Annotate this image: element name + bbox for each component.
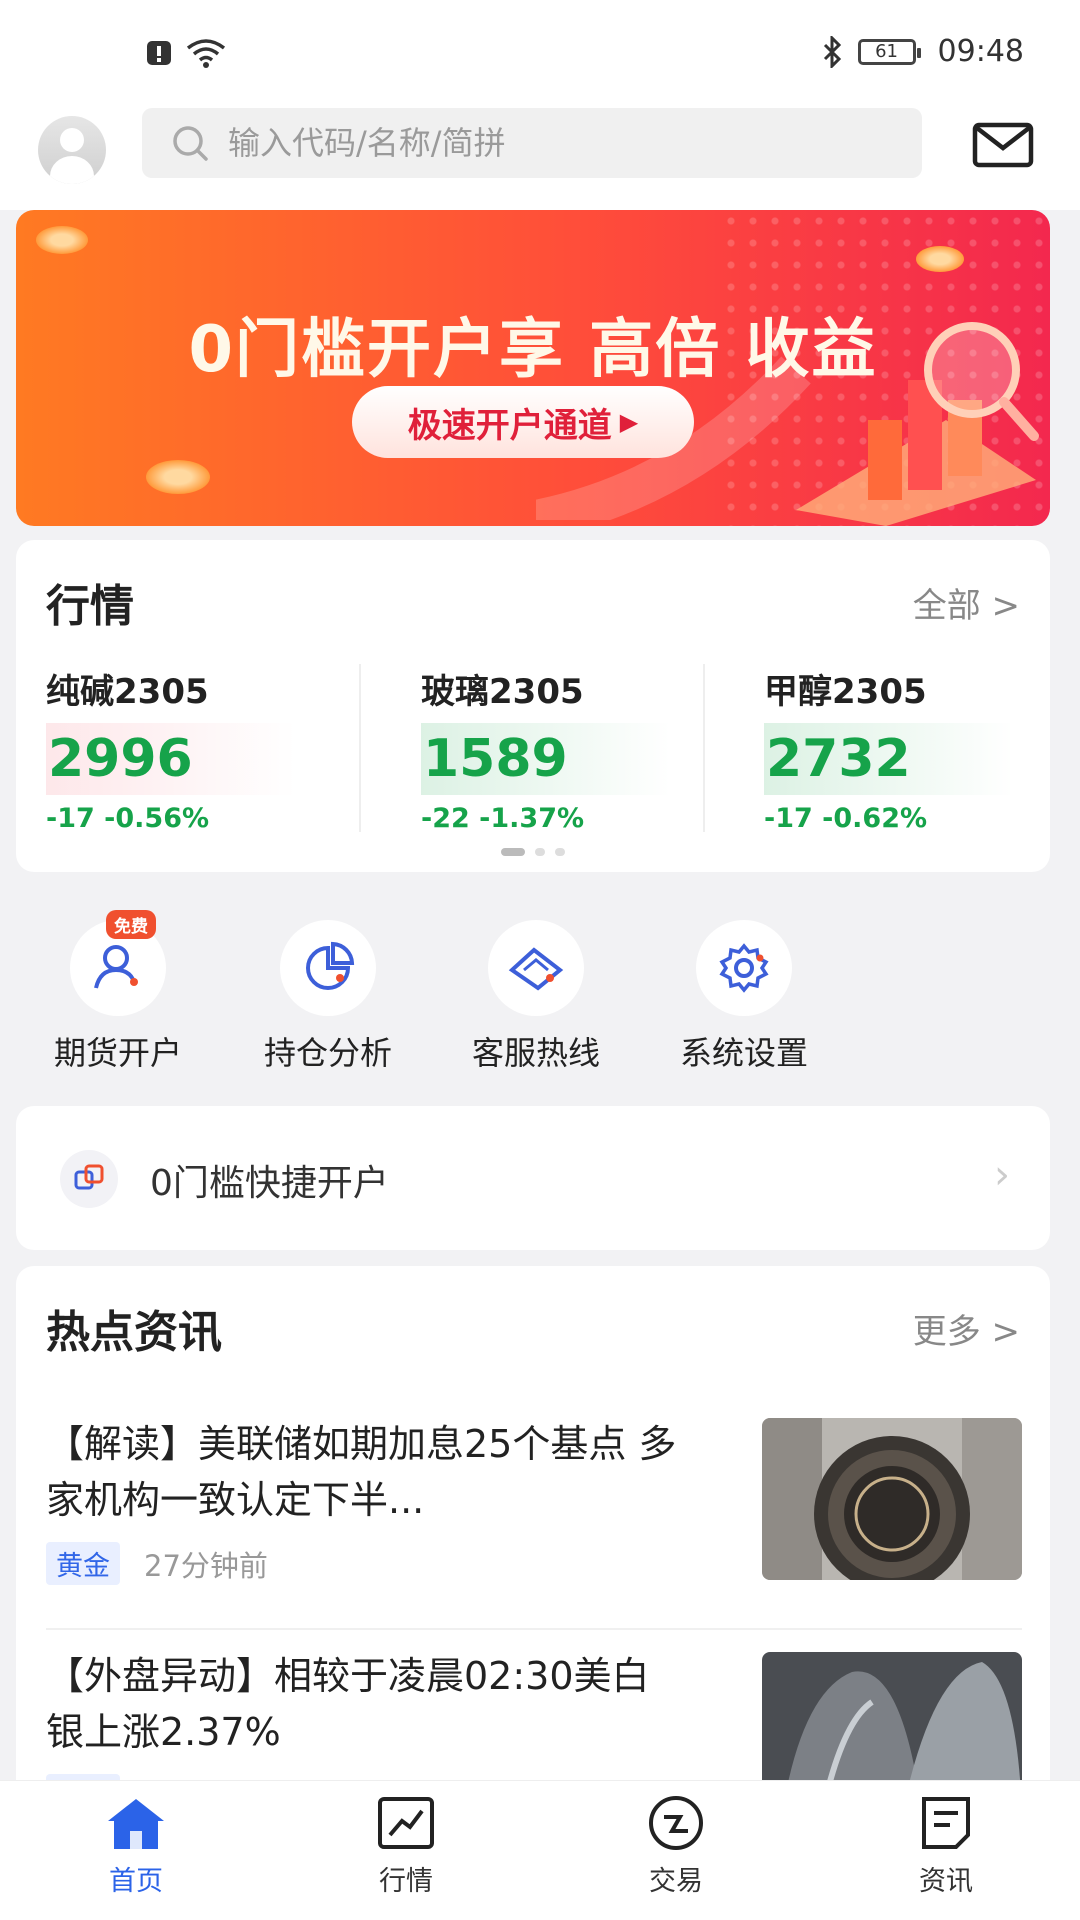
tab-label: 行情 bbox=[379, 1866, 433, 1897]
banner-title: 0门槛开户享 高倍 收益 bbox=[188, 313, 878, 387]
quote-change: -17 -0.62% bbox=[764, 803, 928, 834]
quote-name: 玻璃2305 bbox=[421, 672, 584, 712]
banner-cta-label: 极速开户通道 bbox=[407, 405, 612, 446]
action-account-open[interactable]: 免费 期货开户 bbox=[28, 910, 208, 1074]
link-icon bbox=[60, 1150, 118, 1208]
tab-market[interactable]: 行情 bbox=[336, 1795, 476, 1898]
wifi-icon bbox=[186, 39, 226, 68]
quote-price: 2732 bbox=[764, 723, 1014, 795]
page-dot bbox=[535, 848, 545, 856]
quote-name: 纯碱2305 bbox=[46, 672, 209, 712]
quote-price: 1589 bbox=[421, 723, 671, 795]
page-dot bbox=[555, 848, 565, 856]
coin-decoration bbox=[916, 246, 964, 272]
battery-level: 61 bbox=[875, 41, 898, 62]
tab-label: 资讯 bbox=[919, 1866, 973, 1897]
divider bbox=[46, 1628, 1022, 1630]
divider bbox=[359, 664, 361, 832]
coin-decoration bbox=[36, 226, 88, 254]
trade-icon bbox=[649, 1796, 703, 1850]
coin-decoration bbox=[146, 460, 210, 494]
action-customer-service[interactable]: 客服热线 bbox=[446, 920, 626, 1074]
chart-icon bbox=[378, 1797, 434, 1849]
top-header bbox=[0, 100, 1080, 210]
news-more-link[interactable]: 更多 > bbox=[913, 1304, 1020, 1353]
action-label: 系统设置 bbox=[679, 1034, 808, 1072]
banner-cta-button[interactable]: 极速开户通道 ▶ bbox=[352, 386, 694, 458]
bottom-nav: 首页 行情 交易 资讯 bbox=[0, 1780, 1080, 1920]
account-open-icon: 免费 bbox=[70, 910, 166, 1016]
quote-price: 2996 bbox=[46, 723, 296, 795]
news-title: 热点资讯 bbox=[46, 1307, 222, 1358]
handshake-icon bbox=[488, 920, 584, 1016]
tab-news[interactable]: 资讯 bbox=[876, 1795, 1016, 1898]
battery-icon: 61 bbox=[857, 38, 921, 65]
news-time: 27分钟前 bbox=[144, 1548, 268, 1583]
action-label: 客服热线 bbox=[471, 1034, 600, 1072]
status-time: 09:48 bbox=[937, 34, 1024, 69]
market-all-link[interactable]: 全部 > bbox=[913, 578, 1020, 627]
carousel-indicator bbox=[16, 848, 1050, 856]
play-arrow-icon: ▶ bbox=[619, 408, 639, 436]
pie-chart-icon bbox=[280, 920, 376, 1016]
quote-name: 甲醇2305 bbox=[764, 672, 927, 712]
tab-trade[interactable]: 交易 bbox=[606, 1795, 746, 1898]
search-icon bbox=[173, 126, 208, 161]
market-title: 行情 bbox=[46, 581, 134, 632]
news-headline: 【解读】美联储如期加息25个基点 多家机构一致认定下半... bbox=[46, 1422, 677, 1522]
action-system-settings[interactable]: 系统设置 bbox=[654, 920, 834, 1074]
mail-icon[interactable] bbox=[972, 122, 1034, 168]
quote-item[interactable]: 甲醇2305 2732 -17 -0.62% bbox=[764, 664, 1014, 834]
hot-news-section: 热点资讯 更多 > 【解读】美联储如期加息25个基点 多家机构一致认定下半...… bbox=[16, 1266, 1050, 1786]
news-tag: 黄金 bbox=[46, 1542, 120, 1585]
notification-alert-icon bbox=[147, 41, 171, 65]
status-bar: 61 09:48 bbox=[0, 0, 1080, 100]
promo-banner[interactable]: 0门槛开户享 高倍 收益 极速开户通道 ▶ bbox=[16, 210, 1050, 526]
news-headline: 【外盘异动】相较于凌晨02:30美白银上涨2.37% bbox=[46, 1654, 650, 1754]
action-position-analysis[interactable]: 持仓分析 bbox=[238, 920, 418, 1074]
free-badge: 免费 bbox=[106, 910, 156, 939]
quote-item[interactable]: 纯碱2305 2996 -17 -0.56% bbox=[46, 664, 296, 834]
gear-icon bbox=[696, 920, 792, 1016]
bluetooth-icon bbox=[823, 35, 841, 68]
news-item[interactable]: 【外盘异动】相较于凌晨02:30美白银上涨2.37% 白银 1小时前 bbox=[46, 1648, 1022, 1786]
news-thumbnail bbox=[762, 1652, 1022, 1786]
news-thumbnail bbox=[762, 1418, 1022, 1580]
page-dot bbox=[501, 848, 525, 856]
avatar[interactable] bbox=[38, 116, 106, 184]
search-bar[interactable] bbox=[142, 108, 922, 178]
divider bbox=[703, 664, 705, 832]
quote-change: -22 -1.37% bbox=[421, 803, 585, 834]
home-icon bbox=[108, 1799, 164, 1849]
news-item[interactable]: 【解读】美联储如期加息25个基点 多家机构一致认定下半... 黄金 27分钟前 bbox=[46, 1416, 1022, 1585]
market-card: 行情 全部 > 纯碱2305 2996 -17 -0.56% 玻璃2305 15… bbox=[16, 540, 1050, 872]
quick-actions: 免费 期货开户 持仓分析 客服热线 系统设置 bbox=[0, 910, 1080, 1072]
tab-label: 交易 bbox=[649, 1866, 703, 1897]
quick-open-row[interactable]: 0门槛快捷开户 › bbox=[16, 1106, 1050, 1250]
quote-item[interactable]: 玻璃2305 1589 -22 -1.37% bbox=[421, 664, 671, 834]
quick-open-label: 0门槛快捷开户 bbox=[150, 1163, 389, 1204]
chevron-right-icon: › bbox=[994, 1152, 1010, 1198]
news-icon bbox=[922, 1797, 970, 1849]
action-label: 持仓分析 bbox=[263, 1034, 392, 1072]
tab-label: 首页 bbox=[109, 1866, 163, 1897]
action-label: 期货开户 bbox=[53, 1034, 182, 1072]
quote-change: -17 -0.56% bbox=[46, 803, 210, 834]
search-input[interactable] bbox=[228, 124, 888, 162]
tab-home[interactable]: 首页 bbox=[66, 1795, 206, 1898]
